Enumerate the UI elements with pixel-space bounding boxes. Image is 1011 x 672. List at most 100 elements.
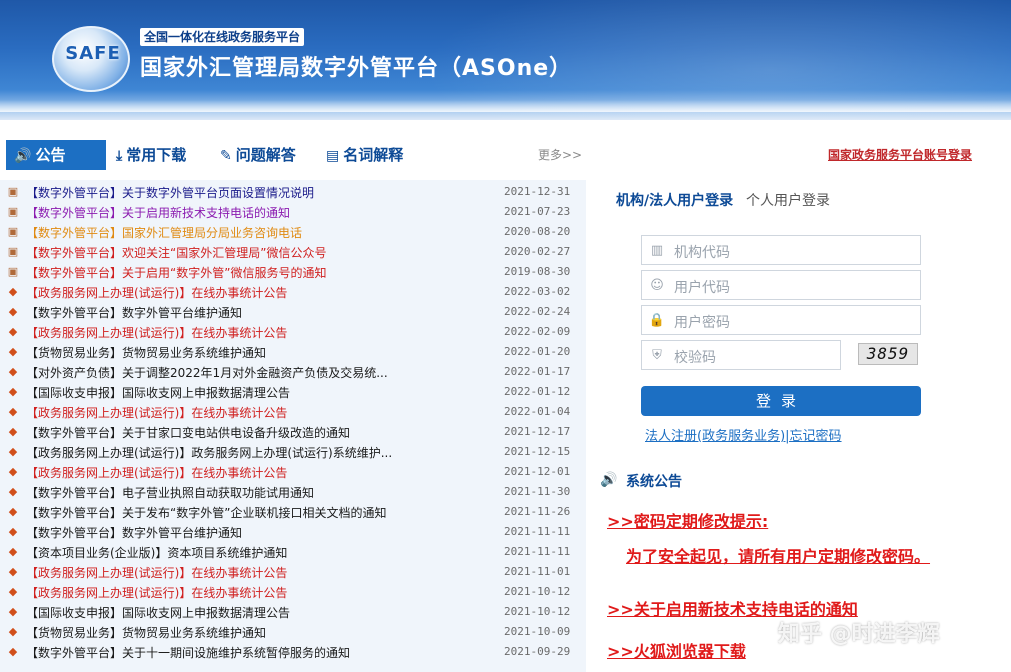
notice-title[interactable]: 【数字外管平台】关于启用“数字外管”微信服务号的通知 <box>26 264 326 281</box>
notice-date: 2020-08-20 <box>504 225 571 238</box>
notice-row[interactable]: ◆ 【政务服务网上办理(试运行)】在线办事统计公告 2022-01-04 <box>0 402 586 422</box>
password-change-notice[interactable]: >>密码定期修改提示: <box>607 508 768 532</box>
notice-title-text: 在线办事统计公告 <box>191 326 288 340</box>
notice-date: 2022-02-24 <box>504 305 571 318</box>
notice-date: 2021-11-26 <box>504 505 571 518</box>
notice-title-text: 关于启用“数字外管”微信服务号的通知 <box>122 266 327 280</box>
notice-row[interactable]: ◆ 【数字外管平台】数字外管平台维护通知 2022-02-24 <box>0 302 586 322</box>
notice-row[interactable]: ◆ 【数字外管平台】关于十一期间设施维护系统暂停服务的通知 2021-09-29 <box>0 642 586 662</box>
notice-title[interactable]: 【政务服务网上办理(试运行)】在线办事统计公告 <box>26 584 287 601</box>
notice-title[interactable]: 【国际收支申报】国际收支网上申报数据清理公告 <box>26 604 290 621</box>
notice-date: 2021-10-09 <box>504 625 571 638</box>
notice-category: 【数字外管平台】 <box>26 426 123 440</box>
notice-row[interactable]: ◆ 【国际收支申报】国际收支网上申报数据清理公告 2022-01-12 <box>0 382 586 402</box>
notice-row[interactable]: ◆ 【对外资产负债】关于调整2022年1月对外金融资产负债及交易统... 2022-… <box>0 362 586 382</box>
notice-category: 【国际收支申报】 <box>26 386 123 400</box>
notice-title[interactable]: 【政务服务网上办理(试运行)】在线办事统计公告 <box>26 464 287 481</box>
diamond-icon: ◆ <box>8 425 18 438</box>
gov-account-login-link[interactable]: 国家政务服务平台账号登录 <box>828 146 972 163</box>
notice-title[interactable]: 【数字外管平台】关于启用新技术支持电话的通知 <box>26 204 290 221</box>
diamond-icon: ◆ <box>8 365 18 378</box>
notice-row[interactable]: ◆ 【资本项目业务(企业版)】资本项目系统维护通知 2021-11-11 <box>0 542 586 562</box>
login-button[interactable]: 登录 <box>641 386 921 416</box>
notice-row[interactable]: ▣ 【数字外管平台】关于启用新技术支持电话的通知 2021-07-23 <box>0 202 586 222</box>
notice-row[interactable]: ▣ 【数字外管平台】欢迎关注“国家外汇管理局”微信公众号 2020-02-27 <box>0 242 586 262</box>
org-code-input[interactable]: ▥ 机构代码 <box>641 235 921 265</box>
user-code-input[interactable]: ☺ 用户代码 <box>641 270 921 300</box>
diamond-icon: ◆ <box>8 445 18 458</box>
notice-row[interactable]: ◆ 【政务服务网上办理(试运行)】在线办事统计公告 2021-12-01 <box>0 462 586 482</box>
notice-title[interactable]: 【数字外管平台】数字外管平台维护通知 <box>26 524 242 541</box>
notice-row[interactable]: ▣ 【数字外管平台】关于启用“数字外管”微信服务号的通知 2019-08-30 <box>0 262 586 282</box>
notice-title-text: 关于发布“数字外管”企业联机接口相关文档的通知 <box>122 506 387 520</box>
notice-title[interactable]: 【数字外管平台】国家外汇管理局分局业务咨询电话 <box>26 224 302 241</box>
password-input[interactable]: 🔒 用户密码 <box>641 305 921 335</box>
system-notice-title: 系统公告 <box>626 474 682 490</box>
notice-title[interactable]: 【政务服务网上办理(试运行)】在线办事统计公告 <box>26 324 287 341</box>
tab-org-login[interactable]: 机构/法人用户登录 <box>616 190 733 210</box>
notice-title[interactable]: 【数字外管平台】欢迎关注“国家外汇管理局”微信公众号 <box>26 244 326 261</box>
notice-title[interactable]: 【政务服务网上办理(试运行)】政务服务网上办理(试运行)系统维护... <box>26 444 392 461</box>
notice-category: 【货物贸易业务】 <box>26 626 123 640</box>
register-forgot-links[interactable]: 法人注册(政务服务业务)|忘记密码 <box>645 425 842 444</box>
notice-category: 【货物贸易业务】 <box>26 346 123 360</box>
notice-title[interactable]: 【数字外管平台】电子营业执照自动获取功能试用通知 <box>26 484 314 501</box>
doc-icon: ▣ <box>7 225 19 238</box>
diamond-icon: ◆ <box>8 545 18 558</box>
notice-row[interactable]: ◆ 【数字外管平台】关于甘家口变电站供电设备升级改造的通知 2021-12-17 <box>0 422 586 442</box>
diamond-icon: ◆ <box>8 465 18 478</box>
notice-row[interactable]: ◆ 【数字外管平台】电子营业执照自动获取功能试用通知 2021-11-30 <box>0 482 586 502</box>
site-title: 国家外汇管理局数字外管平台（ASOne） <box>140 56 573 81</box>
notice-row[interactable]: ▣ 【数字外管平台】关于数字外管平台页面设置情况说明 2021-12-31 <box>0 182 586 202</box>
notice-title-text: 关于数字外管平台页面设置情况说明 <box>122 186 315 200</box>
notice-title[interactable]: 【政务服务网上办理(试运行)】在线办事统计公告 <box>26 284 287 301</box>
notice-date: 2022-02-09 <box>504 325 571 338</box>
notice-title[interactable]: 【政务服务网上办理(试运行)】在线办事统计公告 <box>26 404 287 421</box>
shield-icon: ⛨ <box>652 348 662 363</box>
notice-title[interactable]: 【数字外管平台】数字外管平台维护通知 <box>26 304 242 321</box>
notice-row[interactable]: ◆ 【数字外管平台】数字外管平台维护通知 2021-11-11 <box>0 522 586 542</box>
notice-title[interactable]: 【国际收支申报】国际收支网上申报数据清理公告 <box>26 384 290 401</box>
firefox-download-link[interactable]: >>火狐浏览器下载 <box>607 638 746 662</box>
notice-title[interactable]: 【数字外管平台】关于甘家口变电站供电设备升级改造的通知 <box>26 424 350 441</box>
notice-title[interactable]: 【数字外管平台】关于十一期间设施维护系统暂停服务的通知 <box>26 644 350 661</box>
notice-row[interactable]: ◆ 【政务服务网上办理(试运行)】在线办事统计公告 2022-02-09 <box>0 322 586 342</box>
notice-title[interactable]: 【数字外管平台】关于数字外管平台页面设置情况说明 <box>26 184 314 201</box>
notice-category: 【政务服务网上办理(试运行)】 <box>26 446 192 460</box>
diamond-icon: ◆ <box>8 625 18 638</box>
notice-row[interactable]: ◆ 【政务服务网上办理(试运行)】政务服务网上办理(试运行)系统维护... 2021… <box>0 442 586 462</box>
notice-title[interactable]: 【对外资产负债】关于调整2022年1月对外金融资产负债及交易统... <box>26 364 388 381</box>
notice-date: 2021-12-15 <box>504 445 571 458</box>
tab-personal-login[interactable]: 个人用户登录 <box>746 190 830 210</box>
notice-row[interactable]: ◆ 【货物贸易业务】货物贸易业务系统维护通知 2022-01-20 <box>0 342 586 362</box>
notice-category: 【数字外管平台】 <box>26 246 123 260</box>
notice-title[interactable]: 【政务服务网上办理(试运行)】在线办事统计公告 <box>26 564 287 581</box>
captcha-input[interactable]: ⛨ 校验码 <box>641 340 841 370</box>
notice-date: 2022-01-12 <box>504 385 571 398</box>
notice-row[interactable]: ◆ 【国际收支申报】国际收支网上申报数据清理公告 2021-10-12 <box>0 602 586 622</box>
tab-downloads[interactable]: ⤓ 常用下载 <box>116 140 186 170</box>
notice-title-text: 关于启用新技术支持电话的通知 <box>122 206 291 220</box>
notice-title[interactable]: 【货物贸易业务】货物贸易业务系统维护通知 <box>26 344 266 361</box>
notice-row[interactable]: ◆ 【货物贸易业务】货物贸易业务系统维护通知 2021-10-09 <box>0 622 586 642</box>
notice-row[interactable]: ◆ 【政务服务网上办理(试运行)】在线办事统计公告 2021-10-12 <box>0 582 586 602</box>
notice-title[interactable]: 【资本项目业务(企业版)】资本项目系统维护通知 <box>26 544 287 561</box>
captcha-image[interactable]: 3859 <box>858 343 918 365</box>
notice-row[interactable]: ◆ 【数字外管平台】关于发布“数字外管”企业联机接口相关文档的通知 2021-11-… <box>0 502 586 522</box>
notice-row[interactable]: ▣ 【数字外管平台】国家外汇管理局分局业务咨询电话 2020-08-20 <box>0 222 586 242</box>
more-link[interactable]: 更多>> <box>538 146 582 163</box>
tab-announcement[interactable]: 🔊 公告 <box>6 140 106 170</box>
tab-glossary[interactable]: ▤ 名词解释 <box>326 140 403 170</box>
notice-category: 【数字外管平台】 <box>26 306 123 320</box>
notice-title[interactable]: 【货物贸易业务】货物贸易业务系统维护通知 <box>26 624 266 641</box>
notice-date: 2021-07-23 <box>504 205 571 218</box>
notice-row[interactable]: ◆ 【政务服务网上办理(试运行)】在线办事统计公告 2021-11-01 <box>0 562 586 582</box>
page-root: SAFE 全国一体化在线政务服务平台 国家外汇管理局数字外管平台（ASOne） … <box>0 0 1011 672</box>
user-code-placeholder: 用户代码 <box>674 280 730 296</box>
notice-title[interactable]: 【数字外管平台】关于发布“数字外管”企业联机接口相关文档的通知 <box>26 504 386 521</box>
tab-faq[interactable]: ✎ 问题解答 <box>220 140 296 170</box>
diamond-icon: ◆ <box>8 385 18 398</box>
diamond-icon: ◆ <box>8 485 18 498</box>
diamond-icon: ◆ <box>8 345 18 358</box>
notice-row[interactable]: ◆ 【政务服务网上办理(试运行)】在线办事统计公告 2022-03-02 <box>0 282 586 302</box>
